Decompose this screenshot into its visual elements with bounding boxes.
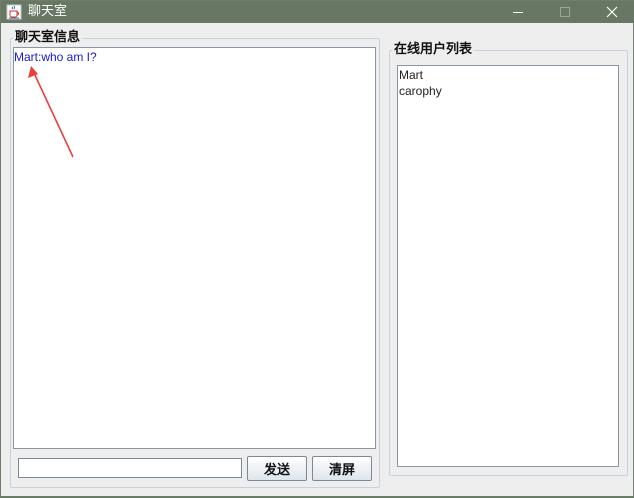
java-coffee-cup-icon — [6, 4, 22, 20]
online-users-title: 在线用户列表 — [394, 42, 473, 57]
minimize-icon[interactable] — [495, 1, 541, 23]
user-list-item[interactable]: carophy — [399, 84, 442, 98]
window-title: 聊天室 — [28, 4, 68, 19]
close-icon[interactable] — [589, 1, 634, 23]
clear-screen-button[interactable]: 清屏 — [312, 456, 372, 481]
title-bar[interactable]: 聊天室 — [1, 1, 634, 23]
chat-info-title: 聊天室信息 — [15, 30, 81, 45]
maximize-icon[interactable] — [542, 1, 588, 23]
chat-window: 聊天室 聊天室信息 Mart:who am I? 发送 清屏 在线用户列表 Ma… — [0, 0, 634, 497]
user-list-item[interactable]: Mart — [399, 68, 423, 82]
online-user-list[interactable]: Mart carophy — [397, 65, 619, 467]
message-input[interactable] — [18, 458, 242, 478]
send-button[interactable]: 发送 — [247, 456, 307, 481]
chat-message-area[interactable]: Mart:who am I? — [13, 47, 376, 449]
chat-message: Mart:who am I? — [14, 50, 97, 64]
